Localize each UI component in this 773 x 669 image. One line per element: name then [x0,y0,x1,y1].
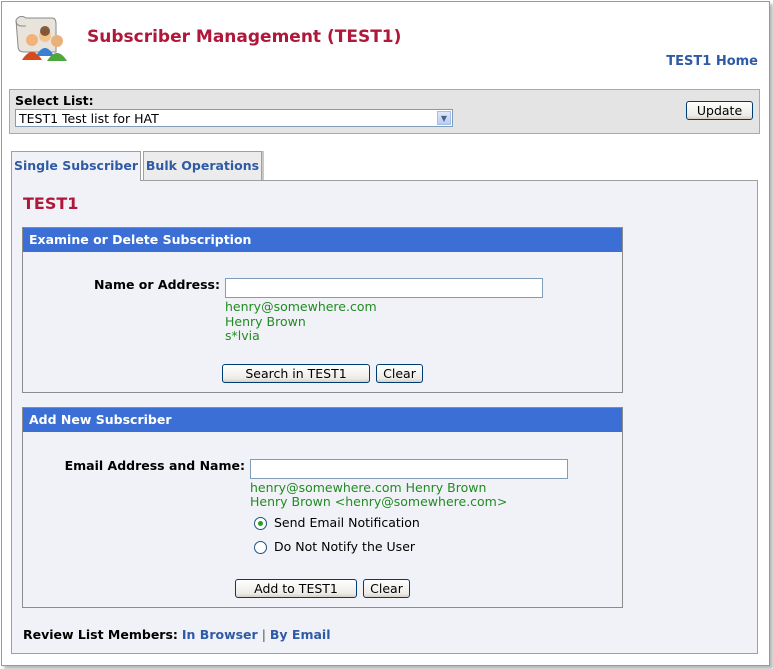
subscribers-logo-icon [12,14,74,62]
add-subscriber-heading: Add New Subscriber [23,408,622,432]
add-subscriber-button[interactable]: Add to TEST1 [235,579,357,598]
send-notification-radio[interactable] [254,517,267,530]
link-separator: | [261,627,266,642]
tab-single-subscriber[interactable]: Single Subscriber [11,151,141,181]
in-browser-link[interactable]: In Browser [182,627,258,642]
review-label: Review List Members: [23,627,178,642]
hint-example: henry@somewhere.com [225,299,377,314]
tab-bulk-operations[interactable]: Bulk Operations [143,151,262,180]
hint-example: s*lvia [225,328,260,343]
page-title: Subscriber Management (TEST1) [87,27,402,47]
hint-example: Henry Brown <henry@somewhere.com> [250,494,508,509]
email-and-name-label: Email Address and Name: [64,458,245,473]
do-not-notify-radio[interactable] [254,541,267,554]
clear-add-button[interactable]: Clear [363,579,410,598]
hint-example: Henry Brown [225,314,306,329]
list-select[interactable]: TEST1 Test list for HAT ▼ [15,109,453,127]
do-not-notify-label: Do Not Notify the User [274,539,416,554]
examine-section-heading: Examine or Delete Subscription [23,228,622,252]
update-button[interactable]: Update [686,101,753,120]
list-select-value: TEST1 Test list for HAT [19,111,159,126]
select-list-label: Select List: [15,93,94,108]
home-link[interactable]: TEST1 Home [666,54,758,69]
send-notification-label: Send Email Notification [274,515,420,530]
hint-example: henry@somewhere.com Henry Brown [250,480,487,495]
review-members: Review List Members: In Browser | By Ema… [23,627,331,642]
email-and-name-input[interactable] [250,459,568,479]
by-email-link[interactable]: By Email [270,627,331,642]
name-or-address-label: Name or Address: [94,277,220,292]
search-button[interactable]: Search in TEST1 [222,364,370,383]
list-name-heading: TEST1 [23,194,79,213]
name-or-address-input[interactable] [225,278,543,298]
clear-search-button[interactable]: Clear [376,364,423,383]
list-selector-bar: Select List: TEST1 Test list for HAT ▼ U… [9,89,760,134]
chevron-down-icon[interactable]: ▼ [437,111,451,125]
